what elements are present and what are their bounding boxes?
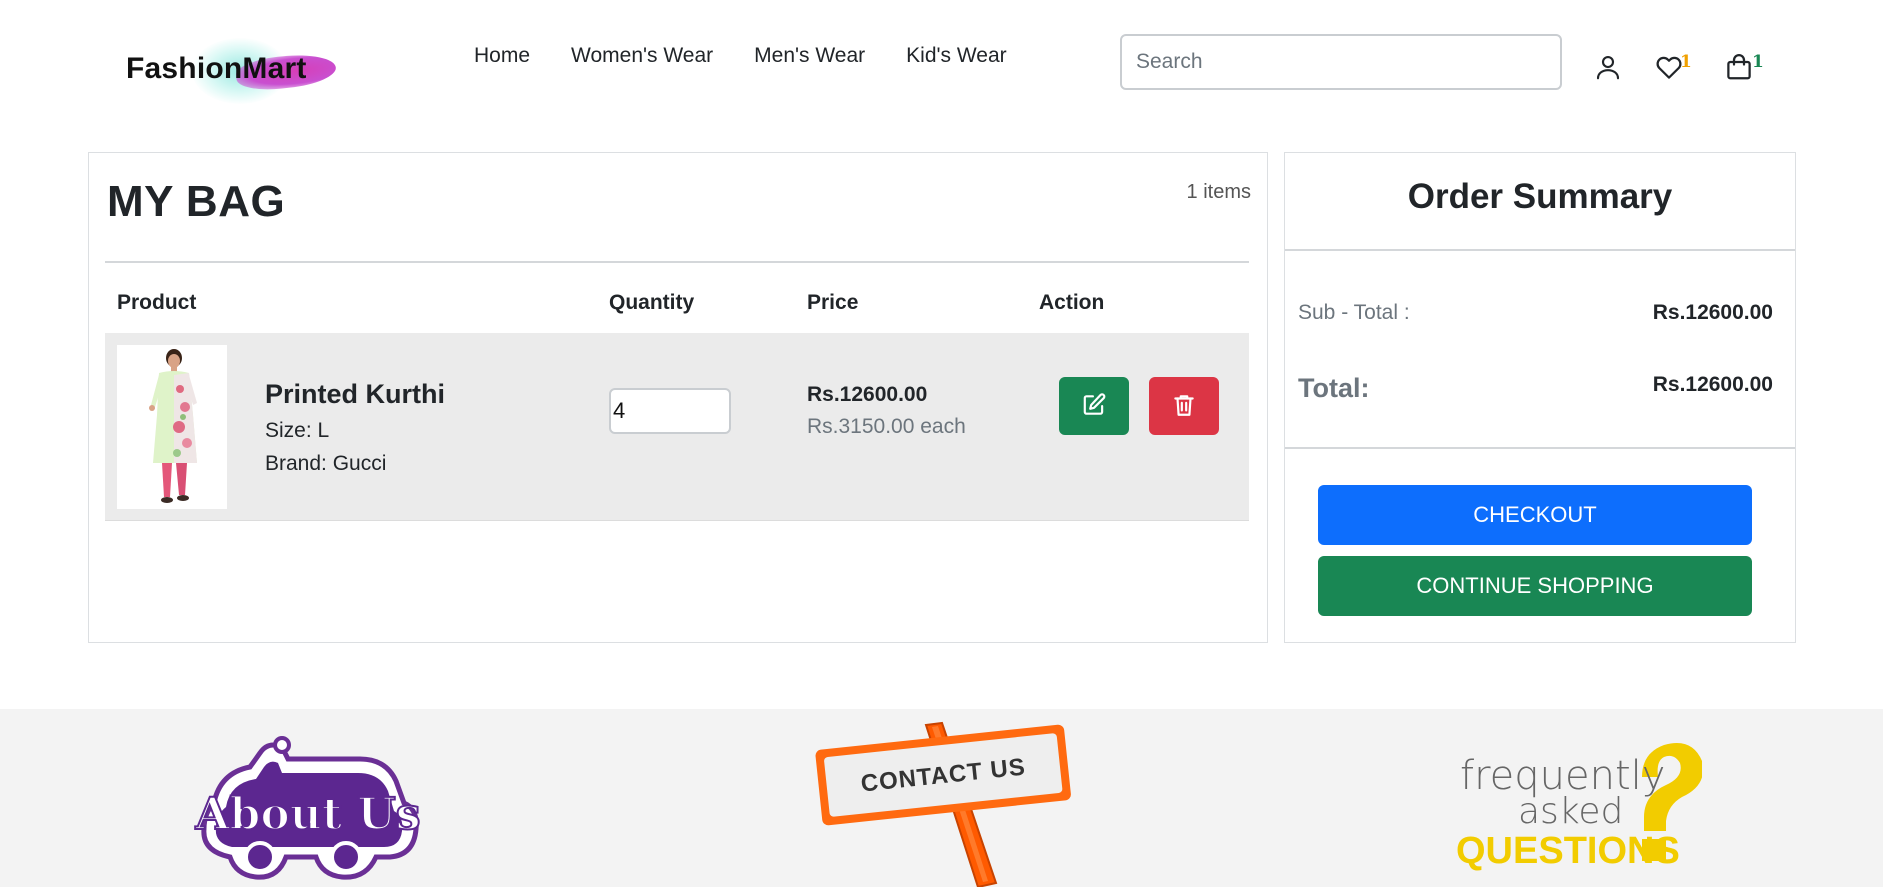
delete-item-button[interactable] — [1149, 377, 1219, 435]
cart-count-badge: 1 — [1752, 52, 1764, 72]
order-summary-panel: Order Summary Sub - Total : Rs.12600.00 … — [1284, 152, 1796, 643]
line-total-price: Rs.12600.00 — [807, 383, 928, 406]
faq-text-questions: QUESTIONS — [1456, 830, 1680, 872]
navbar: FashionMart Home Women's Wear Men's Wear… — [0, 0, 1883, 130]
main-nav: Home Women's Wear Men's Wear Kid's Wear — [474, 44, 1007, 68]
table-header: Product Quantity Price Action — [105, 281, 1249, 321]
item-count: 1 items — [1186, 181, 1251, 203]
nav-link-womens-wear[interactable]: Women's Wear — [571, 44, 713, 68]
product-brand: Brand: Gucci — [265, 452, 387, 475]
shopping-bag-icon[interactable] — [1724, 52, 1754, 82]
divider — [1285, 447, 1795, 449]
checkout-button[interactable]: CHECKOUT — [1318, 485, 1752, 545]
table-row: Printed Kurthi Size: L Brand: Gucci Rs.1… — [105, 333, 1249, 521]
about-us-link[interactable]: About Us — [190, 733, 426, 883]
edit-icon — [1081, 392, 1107, 421]
bag-panel: MY BAG 1 items Product Quantity Price Ac… — [88, 152, 1268, 643]
order-summary-title: Order Summary — [1407, 177, 1673, 216]
column-header-product: Product — [117, 291, 197, 314]
column-header-quantity: Quantity — [609, 291, 695, 314]
total-label: Total: — [1298, 373, 1370, 403]
brand-logo[interactable]: FashionMart — [120, 34, 340, 106]
search-input[interactable] — [1120, 34, 1562, 90]
product-size: Size: L — [265, 419, 330, 442]
product-name[interactable]: Printed Kurthi — [265, 379, 445, 410]
faq-link[interactable]: frequently asked QUESTIONS — [1452, 723, 1704, 879]
faq-text-asked: asked — [1518, 791, 1623, 832]
total-value: Rs.12600.00 — [1652, 373, 1773, 396]
user-icon[interactable] — [1593, 52, 1623, 82]
edit-item-button[interactable] — [1059, 377, 1129, 435]
footer: About Us CONTACT US frequently asked QUE… — [0, 709, 1883, 887]
divider — [105, 261, 1249, 263]
subtotal-label: Sub - Total : — [1298, 301, 1410, 324]
continue-shopping-button[interactable]: CONTINUE SHOPPING — [1318, 556, 1752, 616]
nav-link-mens-wear[interactable]: Men's Wear — [754, 44, 865, 68]
unit-price: Rs.3150.00 each — [807, 415, 966, 438]
subtotal-value: Rs.12600.00 — [1652, 301, 1773, 324]
trash-icon — [1171, 392, 1197, 421]
nav-link-kids-wear[interactable]: Kid's Wear — [906, 44, 1007, 68]
column-header-action: Action — [1039, 291, 1105, 314]
divider — [1285, 249, 1795, 251]
brand-name: FashionMart — [126, 52, 307, 85]
contact-us-link[interactable]: CONTACT US — [808, 717, 1078, 887]
page-title: MY BAG — [107, 177, 286, 226]
nav-link-home[interactable]: Home — [474, 44, 530, 68]
about-us-text: About Us — [194, 789, 420, 840]
product-image[interactable] — [117, 345, 227, 509]
quantity-input[interactable] — [609, 388, 731, 434]
column-header-price: Price — [807, 291, 859, 314]
wishlist-count-badge: 1 — [1680, 52, 1692, 72]
